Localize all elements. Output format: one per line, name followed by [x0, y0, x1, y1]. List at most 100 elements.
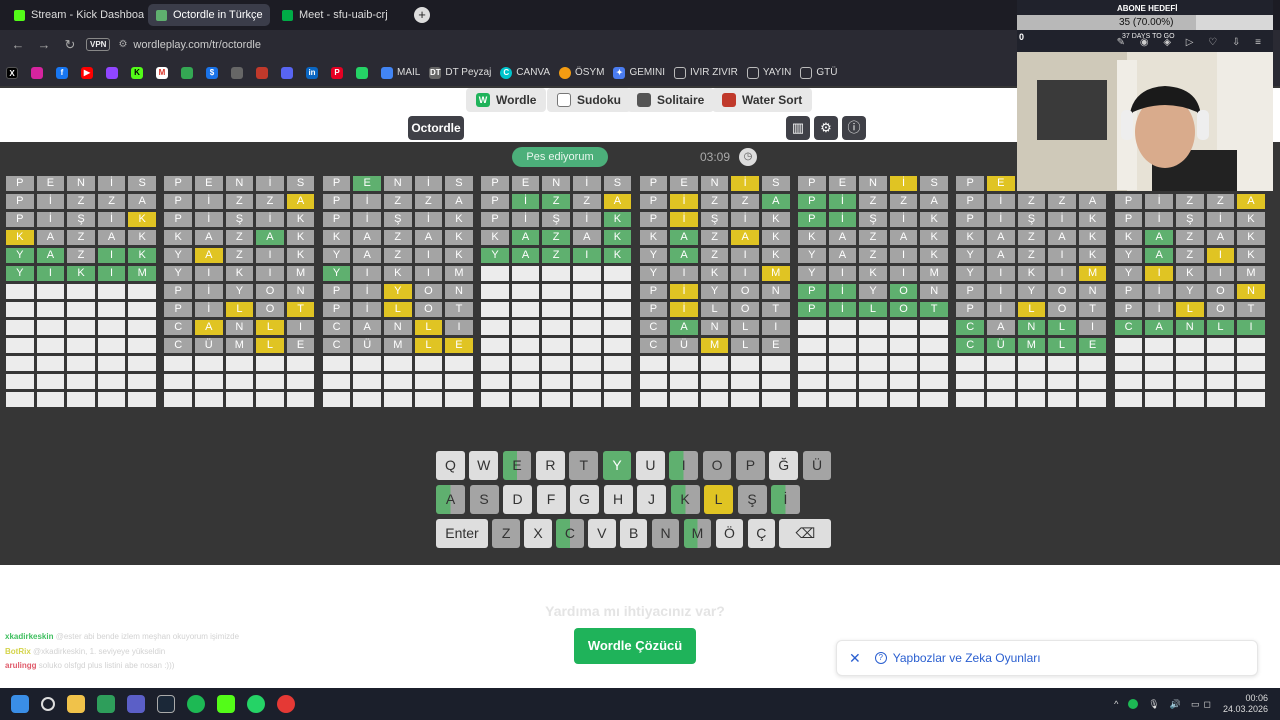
file-explorer-icon[interactable] — [67, 695, 85, 713]
xbox-icon[interactable] — [97, 695, 115, 713]
twitch-icon[interactable] — [106, 66, 122, 79]
key-v[interactable]: V — [588, 519, 616, 548]
back-icon[interactable]: ← — [8, 37, 28, 52]
key-t[interactable]: T — [569, 451, 599, 480]
bookmark-yayin[interactable]: YAYIN — [746, 66, 791, 79]
link-icon[interactable] — [231, 66, 247, 79]
nav-wordle[interactable]: W Wordle — [466, 88, 547, 112]
key-n[interactable]: N — [651, 519, 680, 548]
key-l[interactable]: L — [704, 485, 733, 514]
url-field[interactable]: wordleplay.com/tr/octordle — [133, 39, 261, 51]
backspace-icon[interactable]: ⌫ — [779, 519, 832, 548]
new-tab-button[interactable]: + — [414, 7, 430, 23]
key-w[interactable]: W — [469, 451, 499, 480]
close-icon[interactable]: ✕ — [849, 650, 861, 667]
notification-icon[interactable]: ◻ — [1203, 699, 1210, 710]
key-k[interactable]: K — [670, 485, 700, 514]
key-a[interactable]: A — [436, 485, 465, 514]
bookmark-dt-peyzaj[interactable]: DT DT Peyzaj — [429, 66, 491, 79]
steam-icon[interactable] — [157, 695, 175, 713]
volume-icon[interactable]: 🔊 — [1170, 699, 1181, 710]
wordle-solver-button[interactable]: Wordle Çözücü — [574, 628, 696, 664]
instagram-icon[interactable] — [31, 66, 47, 79]
bookmark-canva[interactable]: C CANVA — [500, 66, 550, 79]
key-ö[interactable]: Ö — [715, 519, 744, 548]
spotify-icon[interactable] — [187, 695, 205, 713]
key-d[interactable]: D — [503, 485, 532, 514]
tab-meet[interactable]: Meet - sfu-uaib-crj — [274, 4, 392, 26]
vpn-badge[interactable]: VPN — [86, 38, 111, 51]
spotify-tray-icon[interactable] — [1128, 699, 1139, 709]
pinterest-icon[interactable]: P — [331, 66, 347, 79]
facebook-icon[interactable]: f — [56, 66, 72, 79]
give-up-button[interactable]: Pes ediyorum — [512, 147, 608, 167]
bookmark-osym[interactable]: ÖSYM — [559, 66, 604, 79]
nav-solitaire[interactable]: Solitaire — [627, 88, 715, 112]
key-ğ[interactable]: Ğ — [769, 451, 799, 480]
key-ş[interactable]: Ş — [737, 485, 767, 514]
key-ü[interactable]: Ü — [802, 451, 832, 480]
key-h[interactable]: H — [603, 485, 633, 514]
key-b[interactable]: B — [620, 519, 648, 548]
windows-start-icon[interactable] — [11, 695, 29, 713]
key-j[interactable]: J — [637, 485, 666, 514]
teams-icon[interactable] — [127, 695, 145, 713]
key-o[interactable]: O — [702, 451, 732, 480]
network-icon[interactable]: ▭ — [1191, 699, 1200, 710]
nav-water-sort[interactable]: Water Sort — [712, 88, 813, 112]
key-r[interactable]: R — [535, 451, 565, 480]
opera-icon[interactable] — [277, 695, 295, 713]
key-p[interactable]: P — [735, 451, 765, 480]
key-ç[interactable]: Ç — [747, 519, 775, 548]
gmail-icon[interactable]: M — [156, 66, 172, 79]
stats-icon[interactable]: ▥ — [786, 116, 810, 140]
key-q[interactable]: Q — [436, 451, 465, 480]
search-icon[interactable] — [41, 697, 55, 711]
key-c[interactable]: C — [556, 519, 584, 548]
gear-icon[interactable]: ⚙ — [814, 116, 838, 140]
microphone-icon[interactable]: 🎙 — [1148, 699, 1159, 710]
bookmark-ivir-zivir[interactable]: IVIR ZIVIR — [674, 66, 738, 79]
whatsapp-app-icon[interactable] — [247, 695, 265, 713]
key-i[interactable]: I — [669, 451, 699, 480]
key-f[interactable]: F — [536, 485, 566, 514]
key-z[interactable]: Z — [492, 519, 520, 548]
letter-tile: İ — [670, 284, 698, 299]
key-m[interactable]: M — [683, 519, 712, 548]
dollar-icon[interactable]: $ — [206, 66, 222, 79]
whatsapp-icon[interactable] — [356, 66, 372, 79]
x-icon[interactable]: X — [6, 66, 22, 79]
maps-icon[interactable] — [181, 66, 197, 79]
pin-icon[interactable] — [256, 66, 272, 79]
enter-key[interactable]: Enter — [436, 519, 488, 548]
letter-tile — [761, 392, 790, 407]
key-g[interactable]: G — [570, 485, 599, 514]
bookmark-mail[interactable]: MAIL — [381, 66, 420, 79]
site-info-icon[interactable]: ⚙ — [118, 39, 127, 50]
chevron-up-icon[interactable]: ^ — [1114, 699, 1118, 709]
bookmark-gemini[interactable]: ✦ GEMINI — [613, 66, 665, 79]
key-s[interactable]: S — [469, 485, 499, 514]
discord-icon[interactable] — [281, 66, 297, 79]
key-y[interactable]: Y — [602, 451, 632, 480]
linkedin-icon[interactable]: in — [306, 66, 322, 79]
tab-kick[interactable]: Stream - Kick Dashboard — [6, 4, 144, 26]
info-icon[interactable]: ⓘ — [842, 116, 866, 140]
reload-icon[interactable]: ↻ — [60, 37, 80, 53]
key-x[interactable]: X — [524, 519, 552, 548]
youtube-icon[interactable]: ▶ — [81, 66, 97, 79]
guess-row — [481, 392, 632, 407]
kick-toolbar-icons[interactable]: ✎ ◉ ◈ ▷ ♡ ⇩ ≡ — [1117, 37, 1267, 48]
key-i̇[interactable]: İ — [771, 485, 800, 514]
kick-app-icon[interactable] — [217, 695, 235, 713]
letter-tile: I — [1048, 266, 1076, 281]
bookmark-gtu[interactable]: GTÜ — [800, 66, 837, 79]
key-u[interactable]: U — [635, 451, 665, 480]
kick-bookmark-icon[interactable]: K — [131, 66, 147, 79]
tab-octordle[interactable]: Octordle in Türkçe — [148, 4, 270, 26]
toast-link[interactable]: Yapbozlar ve Zeka Oyunları — [893, 651, 1041, 665]
nav-sudoku[interactable]: Sudoku — [547, 88, 631, 112]
key-e[interactable]: E — [502, 451, 532, 480]
clock[interactable]: 00:06 24.03.2026 — [1223, 693, 1268, 715]
forward-icon[interactable]: → — [34, 37, 54, 52]
